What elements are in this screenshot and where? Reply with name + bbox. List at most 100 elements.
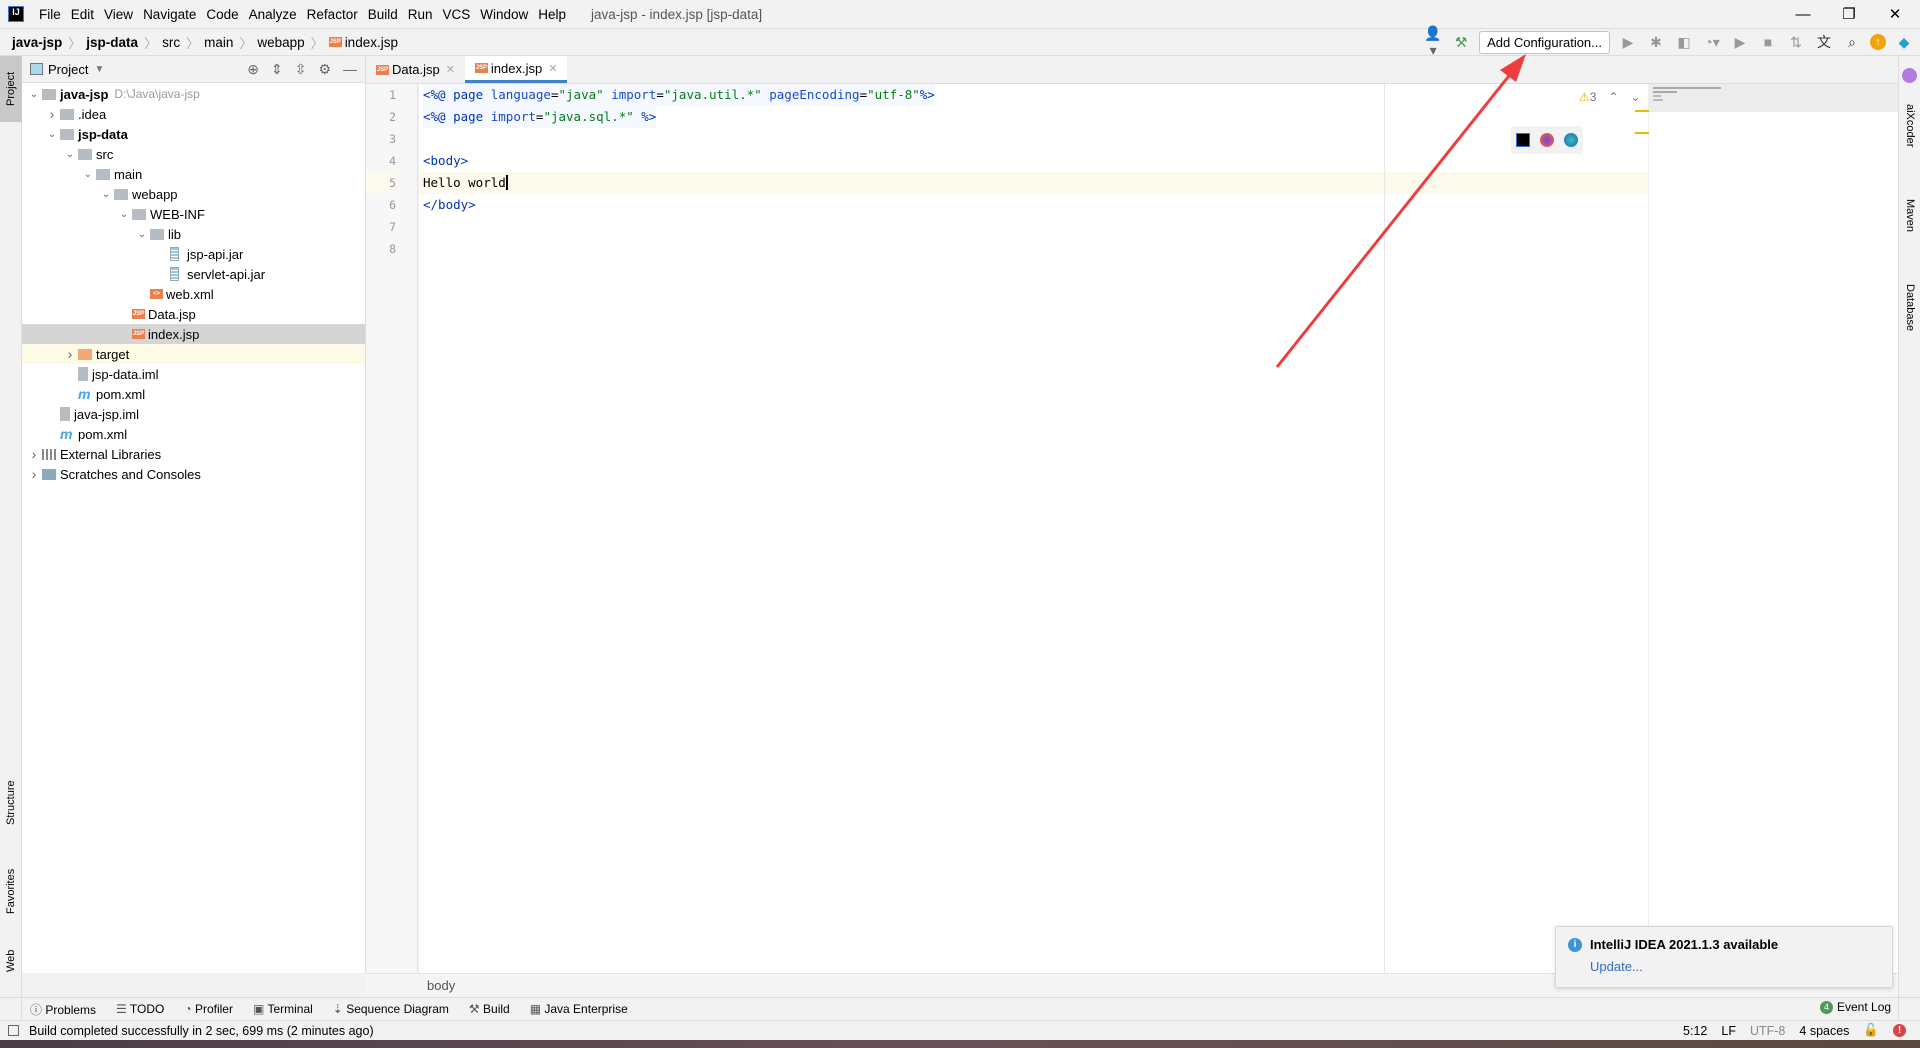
tool-window-java-enterprise[interactable]: ▦ Java Enterprise [530, 1002, 628, 1016]
stop-icon[interactable]: ■ [1758, 34, 1778, 50]
profile-icon[interactable]: ◔▾ [1702, 34, 1722, 51]
menu-file[interactable]: File [34, 7, 66, 22]
tree-item[interactable]: m pom.xml [22, 384, 365, 404]
tree-item[interactable]: JSP Data.jsp [22, 304, 365, 324]
structure-tool-tab[interactable]: Structure [0, 768, 22, 838]
file-encoding[interactable]: UTF-8 [1750, 1024, 1785, 1038]
debug-icon[interactable]: ✱ [1646, 34, 1666, 51]
tool-window-problems[interactable]: ⓘ Problems [30, 1001, 96, 1018]
tree-item[interactable]: ⌄ jsp-data [22, 124, 365, 144]
tool-window-build[interactable]: ⚒ Build [469, 1002, 510, 1016]
chevron-down-icon[interactable]: ⌄ [134, 229, 150, 240]
vcs-update-icon[interactable]: ⇅ [1786, 34, 1806, 51]
breadcrumb-index-jsp[interactable]: index.jsp [345, 35, 402, 50]
tree-item[interactable]: servlet-api.jar [22, 264, 365, 284]
search-icon[interactable]: ⌕ [1842, 34, 1862, 51]
tree-item[interactable]: ⌄ webapp [22, 184, 365, 204]
tree-item[interactable]: java-jsp.iml [22, 404, 365, 424]
tree-item[interactable]: jsp-api.jar [22, 244, 365, 264]
tool-window-terminal[interactable]: ▣ Terminal [253, 1002, 313, 1016]
coverage-icon[interactable]: ◧ [1674, 34, 1694, 51]
warning-marker[interactable] [1635, 110, 1649, 112]
intellij-browser-icon[interactable] [1516, 133, 1530, 147]
minimap[interactable] [1635, 84, 1898, 973]
breadcrumb-main[interactable]: main [204, 35, 237, 50]
tab-data-jsp[interactable]: JSP Data.jsp ✕ [366, 56, 465, 83]
breadcrumb-jsp-data[interactable]: jsp-data [86, 35, 142, 50]
tree-item[interactable]: › target [22, 344, 365, 364]
chevron-down-icon[interactable]: ⌄ [26, 89, 42, 100]
user-icon[interactable]: 👤▾ [1423, 25, 1443, 59]
run-icon[interactable]: ▶ [1618, 34, 1638, 51]
build-hammer-icon[interactable]: ⚒ [1451, 34, 1471, 51]
chevron-right-icon[interactable]: › [26, 446, 42, 462]
firefox-icon[interactable] [1540, 133, 1554, 147]
code-editor[interactable]: <%@ page language="java" import="java.ut… [419, 84, 1648, 973]
caret-position[interactable]: 5:12 [1683, 1024, 1707, 1038]
tree-item[interactable]: JSP index.jsp [22, 324, 365, 344]
tree-item[interactable]: ⌄ WEB-INF [22, 204, 365, 224]
menu-build[interactable]: Build [363, 7, 403, 22]
maven-tool-tab[interactable]: Maven [1899, 174, 1920, 258]
tree-item[interactable]: m pom.xml [22, 424, 365, 444]
chevron-right-icon[interactable]: › [62, 346, 78, 362]
status-message[interactable]: Build completed successfully in 2 sec, 6… [29, 1024, 374, 1038]
update-icon[interactable]: ↑ [1870, 34, 1886, 50]
indent-setting[interactable]: 4 spaces [1799, 1024, 1849, 1038]
tree-item[interactable]: ⌄ lib [22, 224, 365, 244]
warning-marker[interactable] [1635, 132, 1649, 134]
project-tool-tab[interactable]: Project [0, 56, 22, 122]
breadcrumb-src[interactable]: src [162, 35, 184, 50]
tab-index-jsp[interactable]: JSP index.jsp ✕ [464, 56, 568, 83]
maximize-button[interactable]: ❐ [1826, 0, 1872, 28]
close-window-button[interactable]: ✕ [1872, 0, 1918, 28]
menu-analyze[interactable]: Analyze [244, 7, 302, 22]
expand-all-icon[interactable]: ⇕ [271, 61, 283, 78]
close-tab-icon[interactable]: ✕ [446, 63, 455, 76]
collapse-all-icon[interactable]: ⇳ [295, 61, 307, 78]
tool-window-profiler[interactable]: ◔ Profiler [184, 1002, 233, 1016]
chevron-right-icon[interactable]: › [44, 106, 60, 122]
menu-window[interactable]: Window [475, 7, 533, 22]
tool-window-sequence-diagram[interactable]: ⇣ Sequence Diagram [333, 1002, 449, 1016]
chevron-down-icon[interactable]: ⌄ [98, 189, 114, 200]
hide-panel-icon[interactable]: — [343, 61, 357, 78]
line-separator[interactable]: LF [1721, 1024, 1736, 1038]
chevron-down-icon[interactable]: ⌄ [80, 169, 96, 180]
menu-edit[interactable]: Edit [66, 7, 99, 22]
inspection-widget[interactable]: ⚠3 ⌃ ⌄ [1579, 90, 1641, 104]
project-view-selector[interactable]: Project [48, 62, 88, 77]
settings-gear-icon[interactable]: ⚙ [318, 61, 331, 78]
event-log-button[interactable]: 4 Event Log [1820, 1000, 1891, 1014]
next-highlight-icon[interactable]: ⌄ [1631, 90, 1641, 104]
aixcoder-tool-tab[interactable]: aiXcoder [1899, 86, 1920, 166]
tree-item[interactable]: <> web.xml [22, 284, 365, 304]
tool-window-todo[interactable]: ☰ TODO [116, 1002, 164, 1016]
toggle-tool-windows-icon[interactable] [8, 1025, 19, 1036]
add-configuration-button[interactable]: Add Configuration... [1479, 30, 1610, 54]
favorites-tool-tab[interactable]: Favorites [0, 856, 22, 926]
previous-highlight-icon[interactable]: ⌃ [1608, 90, 1618, 104]
menu-run[interactable]: Run [403, 7, 438, 22]
tree-item[interactable]: › External Libraries [22, 444, 365, 464]
edge-icon[interactable] [1564, 133, 1578, 147]
locate-file-icon[interactable]: ⊕ [247, 61, 259, 78]
update-link[interactable]: Update... [1590, 959, 1880, 974]
lock-icon[interactable]: 🔓 [1863, 1023, 1879, 1038]
code-with-me-icon[interactable]: ◆ [1894, 34, 1914, 51]
minimize-button[interactable]: — [1780, 0, 1826, 28]
tree-item[interactable]: ⌄ src [22, 144, 365, 164]
breadcrumb-java-jsp[interactable]: java-jsp [12, 35, 66, 50]
web-tool-tab[interactable]: Web [0, 936, 22, 986]
menu-navigate[interactable]: Navigate [138, 7, 201, 22]
tree-item[interactable]: › Scratches and Consoles [22, 464, 365, 484]
menu-code[interactable]: Code [201, 7, 243, 22]
breadcrumb-body[interactable]: body [427, 978, 455, 993]
menu-help[interactable]: Help [533, 7, 571, 22]
error-icon[interactable]: ! [1893, 1024, 1906, 1037]
tree-item[interactable]: jsp-data.iml [22, 364, 365, 384]
close-tab-icon[interactable]: ✕ [548, 62, 557, 75]
chevron-down-icon[interactable]: ⌄ [62, 149, 78, 160]
menu-vcs[interactable]: VCS [438, 7, 476, 22]
database-tool-tab[interactable]: Database [1899, 266, 1920, 350]
